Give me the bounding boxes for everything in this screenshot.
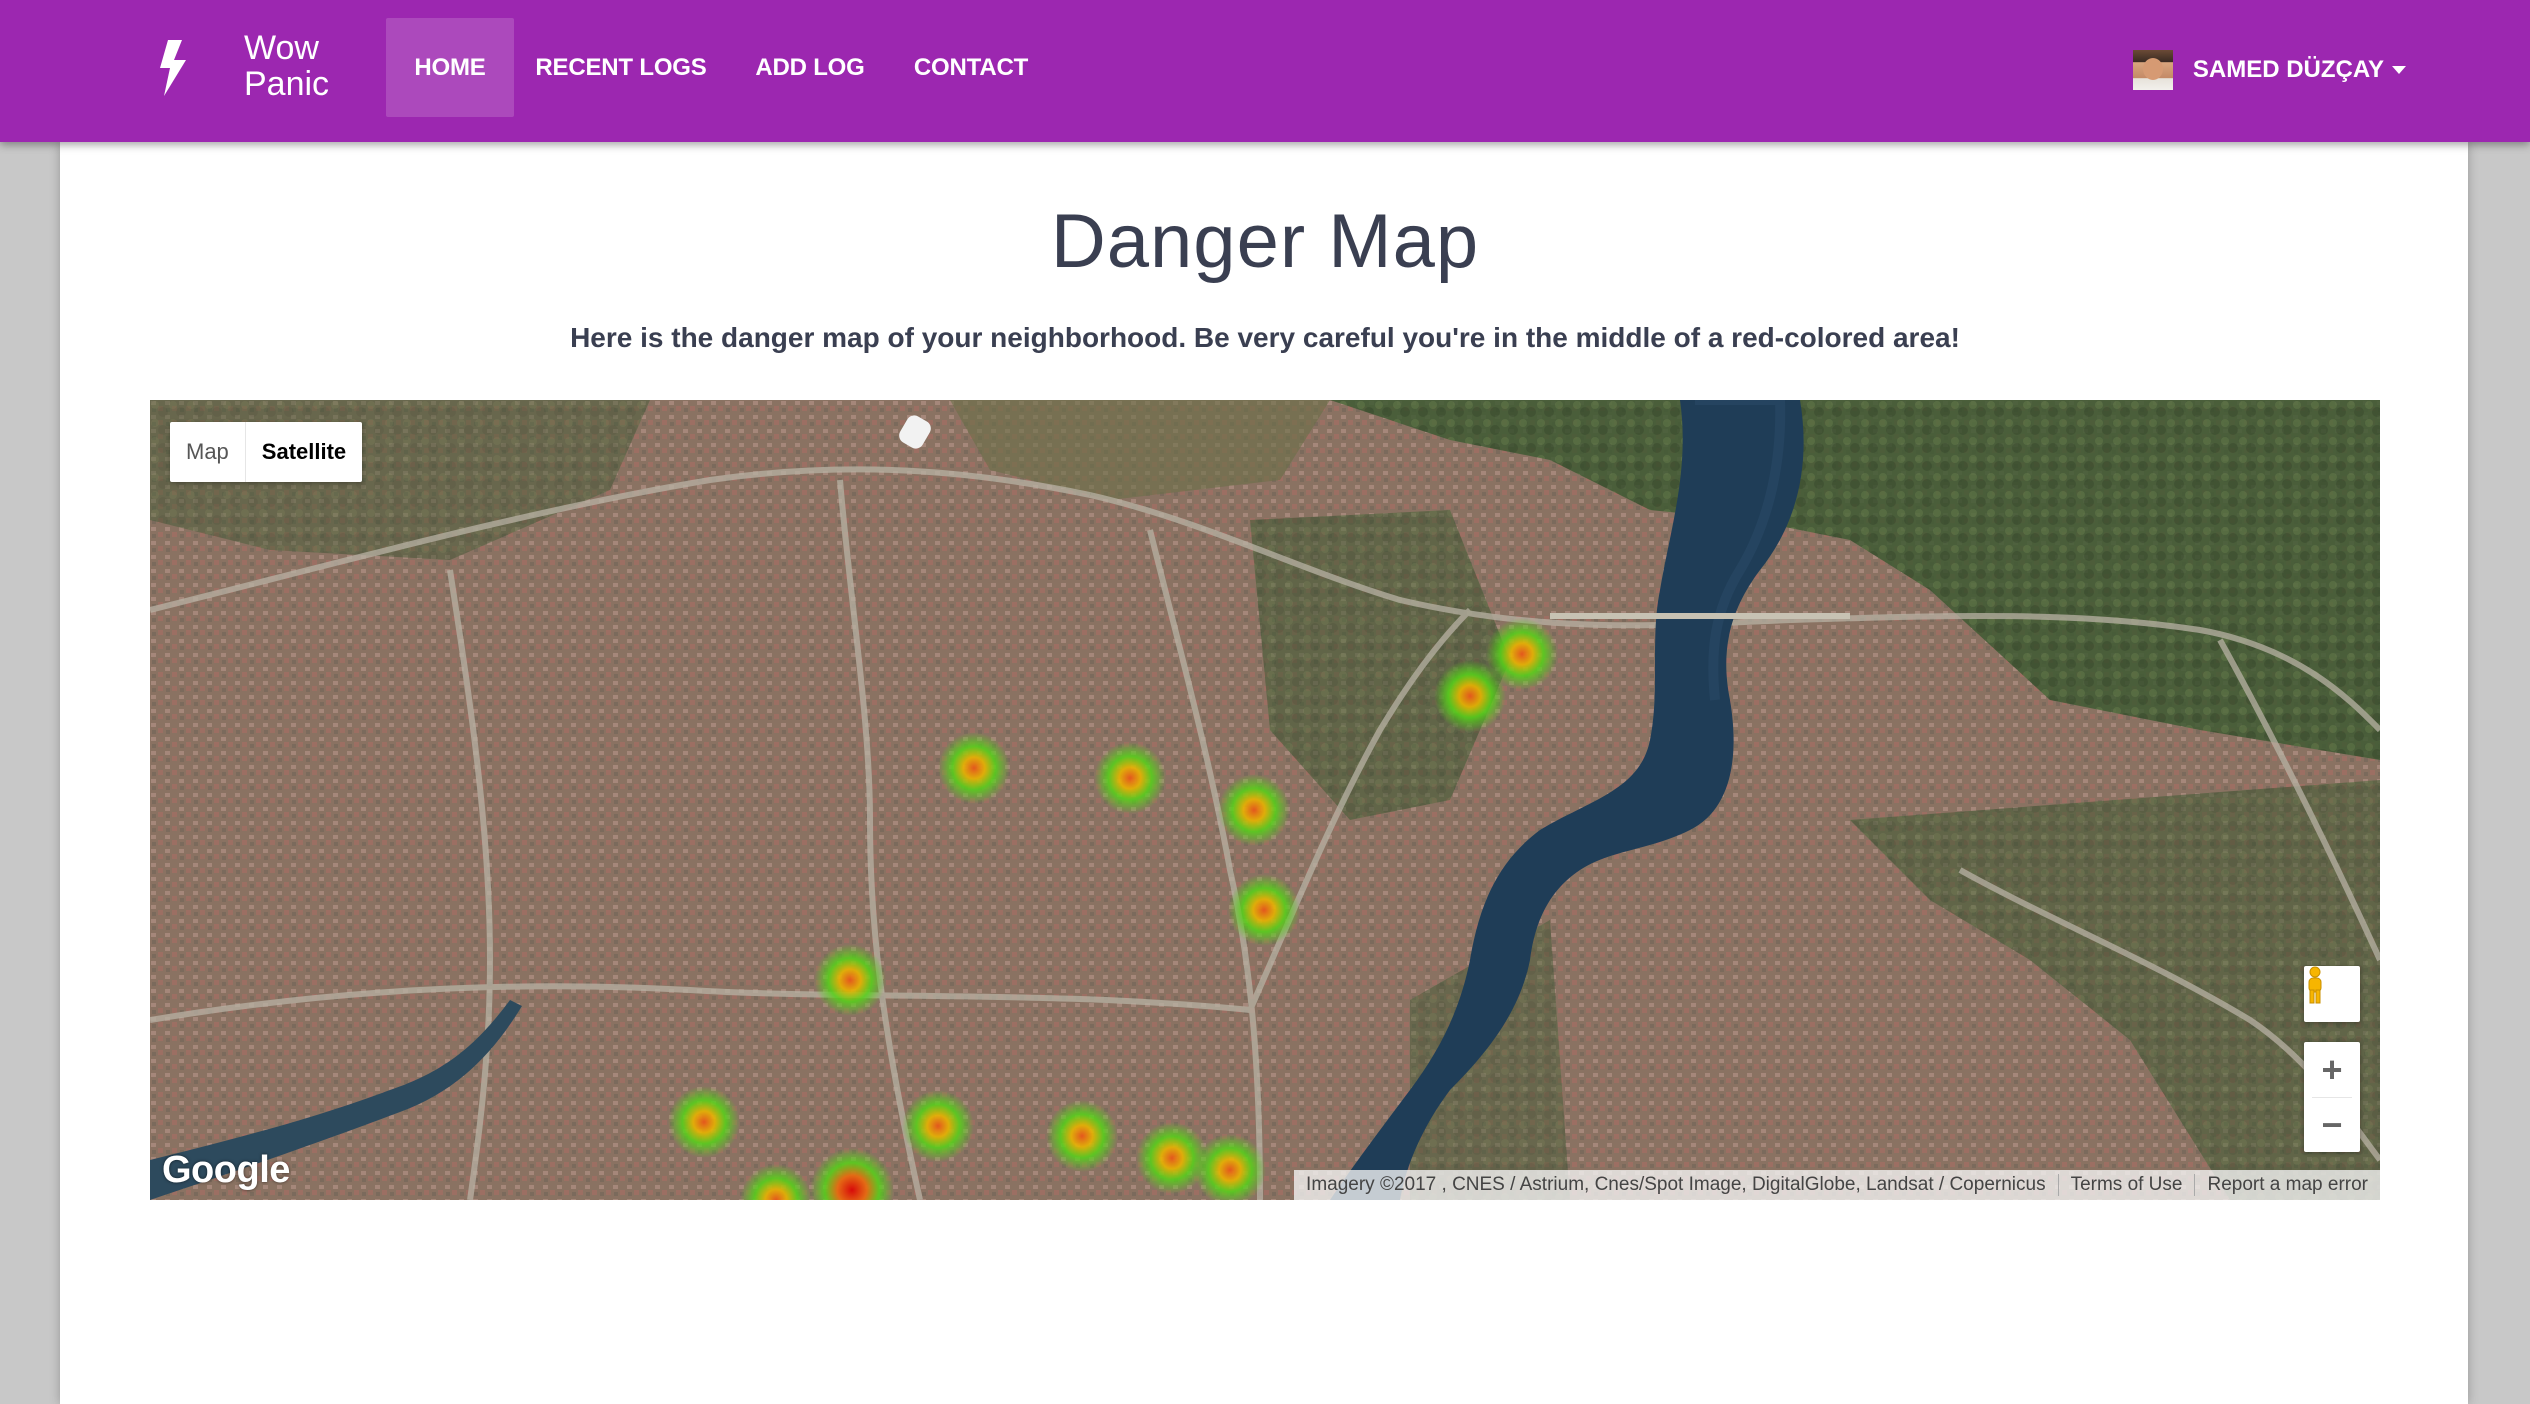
map-type-control: Map Satellite <box>170 422 363 482</box>
map-view-button[interactable]: Map <box>170 422 246 482</box>
nav-contact[interactable]: CONTACT <box>906 18 1036 117</box>
page-subtitle: Here is the danger map of your neighborh… <box>570 322 1960 353</box>
google-logo[interactable]: Google <box>162 1149 290 1192</box>
danger-map[interactable]: Map Satellite + − Google Imagery ©2017 ,… <box>150 400 2380 1200</box>
terms-of-use-link[interactable]: Terms of Use <box>2057 1174 2195 1196</box>
street-view-pegman-icon[interactable] <box>2304 966 2360 1022</box>
nav-recent-logs[interactable]: RECENT LOGS <box>528 18 714 117</box>
brand-name[interactable]: Wow Panic <box>244 30 329 102</box>
brand-line-2: Panic <box>244 65 330 103</box>
page-title: Danger Map <box>1050 199 1480 284</box>
chevron-down-icon <box>2392 66 2406 74</box>
satellite-imagery <box>150 400 2380 1200</box>
zoom-out-button[interactable]: − <box>2304 1098 2360 1152</box>
user-menu[interactable]: SAMED DÜZÇAY <box>2132 50 2406 90</box>
avatar <box>2132 50 2173 90</box>
report-map-error-link[interactable]: Report a map error <box>2194 1174 2380 1196</box>
nav-add-log[interactable]: ADD LOG <box>740 18 880 117</box>
map-attribution-bar: Imagery ©2017 , CNES / Astrium, Cnes/Spo… <box>1294 1170 2380 1200</box>
brand-line-1: Wow <box>244 29 319 67</box>
zoom-control: + − <box>2304 1042 2360 1152</box>
nav-home[interactable]: HOME <box>386 18 514 117</box>
user-name: SAMED DÜZÇAY <box>2192 56 2384 83</box>
lightning-bolt-icon[interactable] <box>152 38 192 98</box>
navbar: Wow Panic HOME RECENT LOGS ADD LOG CONTA… <box>0 0 2530 142</box>
imagery-attribution: Imagery ©2017 , CNES / Astrium, Cnes/Spo… <box>1306 1174 2046 1195</box>
zoom-in-button[interactable]: + <box>2304 1043 2360 1097</box>
satellite-view-button[interactable]: Satellite <box>246 422 362 482</box>
